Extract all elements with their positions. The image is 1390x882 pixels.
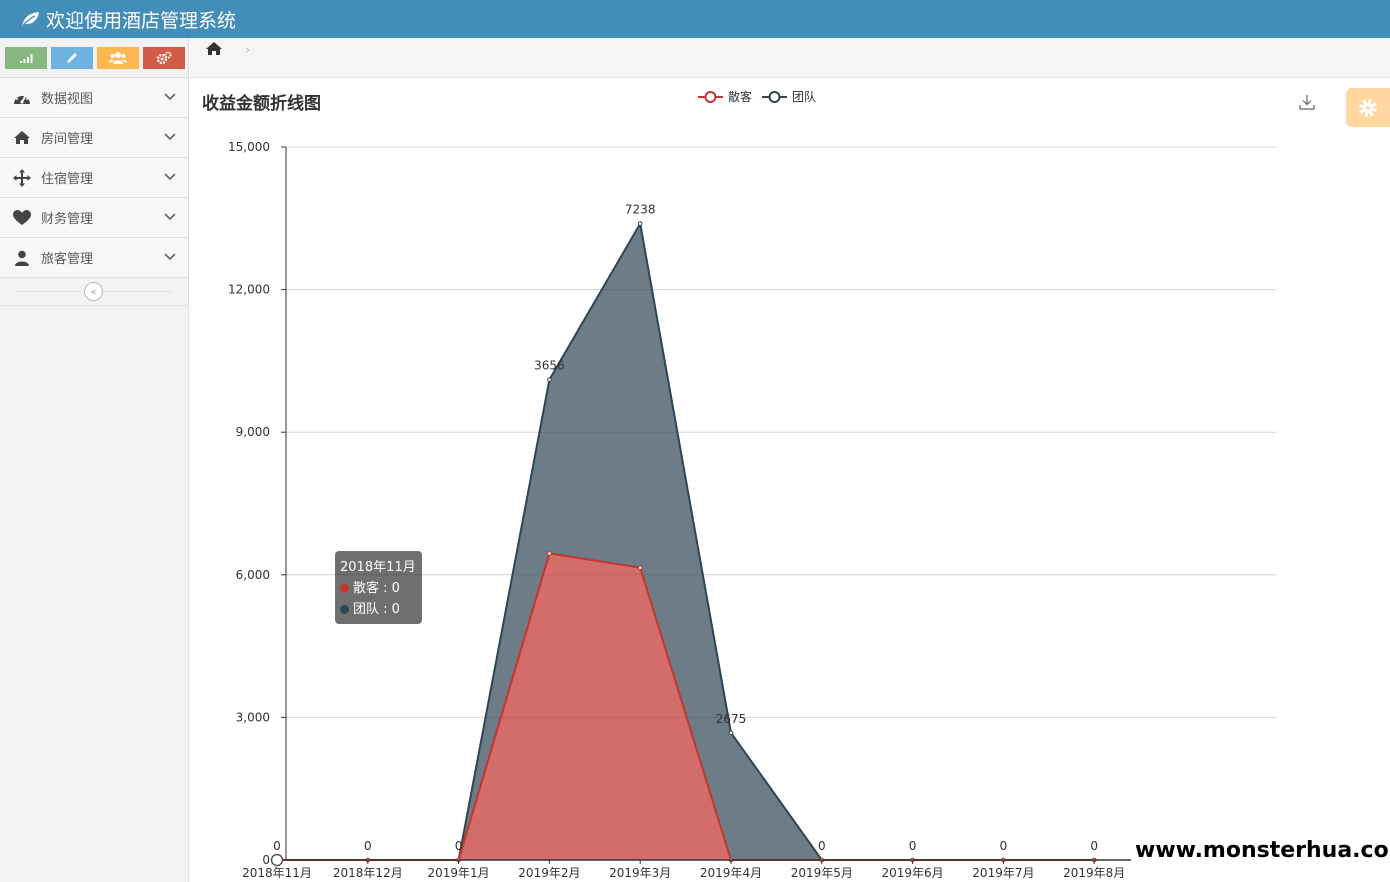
data-point [728, 730, 734, 736]
chart-tooltip: 2018年11月 散客 : 0 团队 : 0 [335, 551, 422, 624]
data-label: 0 [909, 839, 917, 853]
data-label: 0 [1090, 839, 1098, 853]
x-tick-label: 2018年11月 [242, 866, 312, 880]
x-tick-label: 2019年8月 [1063, 866, 1125, 880]
tooltip-row-1: 团队 : 0 [340, 599, 417, 620]
series-dot-icon [340, 605, 349, 614]
y-tick-label: 6,000 [236, 568, 270, 582]
revenue-line-chart: 03,0006,0009,00012,00015,0000 0 0365672382… [228, 140, 1276, 880]
data-label: 0 [818, 839, 826, 853]
tooltip-row-value: 0 [391, 581, 400, 596]
x-tick-label: 2019年2月 [518, 866, 580, 880]
data-label: 0 [455, 839, 463, 853]
x-tick-label: 2019年7月 [972, 866, 1034, 880]
x-tick-label: 2019年5月 [791, 866, 853, 880]
y-tick-label: 9,000 [236, 425, 270, 439]
data-label: 0 [1000, 839, 1008, 853]
data-label: 0 [273, 839, 281, 853]
tooltip-sep: : [379, 602, 392, 617]
data-point [637, 221, 643, 226]
x-tick-label: 2019年4月 [700, 866, 762, 880]
data-label: 0 [364, 839, 372, 853]
series-dot-icon [340, 584, 349, 593]
tooltip-title: 2018年11月 [340, 560, 416, 575]
watermark: www.monsterhua.com [1131, 838, 1390, 863]
x-tick-label: 2018年12月 [333, 866, 403, 880]
tooltip-row-name: 团队 [353, 602, 380, 617]
y-tick-label: 3,000 [236, 710, 270, 724]
y-tick-label: 0 [262, 853, 270, 867]
data-point [637, 565, 643, 570]
tooltip-row-value: 0 [391, 602, 400, 617]
hover-point-marker [270, 853, 284, 867]
tooltip-row-name: 散客 [353, 581, 380, 596]
x-tick-label: 2019年1月 [428, 866, 490, 880]
y-tick-label: 12,000 [228, 283, 270, 297]
data-point [547, 377, 552, 382]
x-tick-label: 2019年6月 [882, 866, 944, 880]
tooltip-sep: : [379, 581, 392, 596]
data-label: 2675 [716, 712, 747, 726]
tooltip-row-0: 散客 : 0 [340, 578, 417, 599]
data-point [547, 551, 552, 556]
y-tick-label: 15,000 [228, 140, 270, 154]
data-label: 3656 [534, 359, 565, 373]
x-tick-label: 2019年3月 [609, 866, 671, 880]
data-label: 7238 [625, 203, 656, 217]
